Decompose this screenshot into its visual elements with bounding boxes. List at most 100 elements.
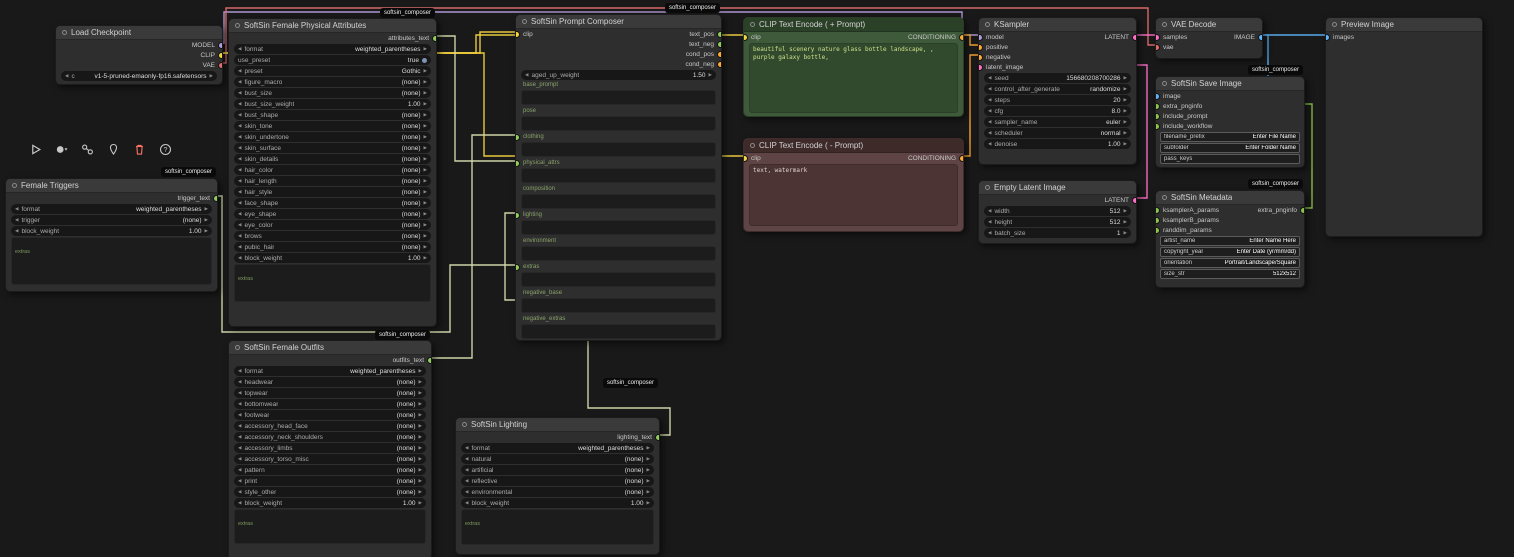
color-button[interactable]: [54, 144, 69, 159]
increment-arrow-icon[interactable]: ▶: [1124, 217, 1127, 227]
decrement-arrow-icon[interactable]: ◀: [465, 476, 468, 486]
decrement-arrow-icon[interactable]: ◀: [238, 242, 241, 252]
output-slot-LATENT[interactable]: [1133, 34, 1136, 40]
widget-seed[interactable]: ◀ seed 156680208700286 ▶: [984, 73, 1131, 83]
widget-steps[interactable]: ◀ steps 20 ▶: [984, 95, 1131, 105]
output-slot-IMAGE[interactable]: [1259, 34, 1262, 40]
output-slot-trigger_text[interactable]: [214, 195, 217, 201]
increment-arrow-icon[interactable]: ▶: [647, 443, 650, 453]
field-subfolder[interactable]: subfolder Enter Folder Name: [1160, 143, 1300, 153]
text-area[interactable]: [521, 220, 716, 235]
increment-arrow-icon[interactable]: ▶: [424, 220, 427, 230]
collapse-dot-icon[interactable]: [1332, 22, 1337, 27]
decrement-arrow-icon[interactable]: ◀: [238, 132, 241, 142]
increment-arrow-icon[interactable]: ▶: [205, 204, 208, 214]
decrement-arrow-icon[interactable]: ◀: [238, 253, 241, 263]
input-slot-ksamplerA_params[interactable]: [1156, 207, 1159, 213]
node-title-bar[interactable]: SoftSin Save Image: [1156, 77, 1304, 91]
widget-skin_surface[interactable]: ◀ skin_surface (none) ▶: [234, 143, 431, 153]
widget-accessory_neck_shoulders[interactable]: ◀ accessory_neck_shoulders (none) ▶: [234, 432, 426, 442]
output-slot-text_neg[interactable]: [718, 41, 721, 47]
text-area[interactable]: [521, 298, 716, 313]
field-pass_keys[interactable]: pass_keys: [1160, 154, 1300, 164]
decrement-arrow-icon[interactable]: ◀: [238, 165, 241, 175]
field-copyright_year[interactable]: copyright_year Enter Date (yr/mm/dd): [1160, 247, 1300, 257]
decrement-arrow-icon[interactable]: ◀: [238, 209, 241, 219]
text-area[interactable]: [521, 272, 716, 287]
node-load-checkpoint[interactable]: Load Checkpoint MODEL CLIP VAE ◀ c v1-5-pruned…: [55, 25, 223, 85]
collapse-dot-icon[interactable]: [62, 30, 67, 35]
decrement-arrow-icon[interactable]: ◀: [238, 198, 241, 208]
node-title-bar[interactable]: SoftSin Female Physical Attributes: [229, 19, 436, 33]
node-title-bar[interactable]: Female Triggers: [6, 179, 217, 193]
pin-button[interactable]: [106, 143, 121, 159]
decrement-arrow-icon[interactable]: ◀: [238, 454, 241, 464]
widget-block_weight[interactable]: ◀ block_weight 1.00 ▶: [234, 253, 431, 263]
output-slot-attributes_text[interactable]: [433, 35, 436, 41]
node-title-bar[interactable]: CLIP Text Encode ( + Prompt): [744, 18, 963, 32]
widget-pubic_hair[interactable]: ◀ pubic_hair (none) ▶: [234, 242, 431, 252]
decrement-arrow-icon[interactable]: ◀: [238, 366, 241, 376]
node-title-bar[interactable]: KSampler: [979, 18, 1136, 32]
node-empty-latent[interactable]: Empty Latent Image LATENT ◀ width 512 ▶ ◀ heigh…: [978, 180, 1137, 244]
increment-arrow-icon[interactable]: ▶: [419, 388, 422, 398]
widget-hair_color[interactable]: ◀ hair_color (none) ▶: [234, 165, 431, 175]
field-filename_prefix[interactable]: filename_prefix Enter File Name: [1160, 132, 1300, 142]
node-title-bar[interactable]: Empty Latent Image: [979, 181, 1136, 195]
increment-arrow-icon[interactable]: ▶: [424, 99, 427, 109]
node-title-bar[interactable]: Load Checkpoint: [56, 26, 222, 40]
increment-arrow-icon[interactable]: ▶: [210, 71, 213, 81]
input-slot-latent_image[interactable]: [979, 64, 982, 70]
output-slot-MODEL[interactable]: [219, 42, 222, 48]
input-slot-randdim_params[interactable]: [1156, 227, 1159, 233]
node-graph-canvas[interactable]: ? Load Checkpoint MODEL CLIP VAE ◀ c v1-5-prun…: [0, 0, 1514, 557]
collapse-dot-icon[interactable]: [985, 185, 990, 190]
decrement-arrow-icon[interactable]: ◀: [238, 399, 241, 409]
input-slot-ksamplerB_params[interactable]: [1156, 217, 1159, 223]
decrement-arrow-icon[interactable]: ◀: [65, 71, 68, 81]
output-slot-CLIP[interactable]: [219, 52, 222, 58]
widget-bust_shape[interactable]: ◀ bust_shape (none) ▶: [234, 110, 431, 120]
input-slot-extra_pnginfo[interactable]: [1156, 103, 1159, 109]
node-title-bar[interactable]: SoftSin Prompt Composer: [516, 15, 721, 29]
increment-arrow-icon[interactable]: ▶: [1124, 117, 1127, 127]
text-area[interactable]: [521, 142, 716, 157]
node-title-bar[interactable]: CLIP Text Encode ( - Prompt): [744, 139, 963, 153]
widget-footwear[interactable]: ◀ footwear (none) ▶: [234, 410, 426, 420]
widget-hair_length[interactable]: ◀ hair_length (none) ▶: [234, 176, 431, 186]
increment-arrow-icon[interactable]: ▶: [205, 215, 208, 225]
node-ksampler[interactable]: KSampler model LATENT positive negative laten…: [978, 17, 1137, 165]
node-female-triggers[interactable]: Female Triggers trigger_text ◀ format weight…: [5, 178, 218, 292]
node-female-outfits[interactable]: SoftSin Female Outfits outfits_text ◀ forma…: [228, 340, 432, 557]
increment-arrow-icon[interactable]: ▶: [1124, 206, 1127, 216]
output-slot-text_pos[interactable]: [718, 31, 721, 37]
increment-arrow-icon[interactable]: ▶: [647, 498, 650, 508]
increment-arrow-icon[interactable]: ▶: [1124, 106, 1127, 116]
collapse-dot-icon[interactable]: [522, 19, 527, 24]
increment-arrow-icon[interactable]: ▶: [424, 143, 427, 153]
collapse-dot-icon[interactable]: [1162, 22, 1167, 27]
node-save-image[interactable]: SoftSin Save Image image extra_pnginfo incl…: [1155, 76, 1305, 168]
decrement-arrow-icon[interactable]: ◀: [238, 498, 241, 508]
output-slot-cond_pos[interactable]: [718, 51, 721, 57]
text-area[interactable]: beautiful scenery nature glass bottle la…: [749, 43, 958, 113]
increment-arrow-icon[interactable]: ▶: [424, 110, 427, 120]
widget-block_weight[interactable]: ◀ block_weight 1.00 ▶: [234, 498, 426, 508]
widget-accessory_head_face[interactable]: ◀ accessory_head_face (none) ▶: [234, 421, 426, 431]
widget-environmental[interactable]: ◀ environmental (none) ▶: [461, 487, 654, 497]
widget-bust_size[interactable]: ◀ bust_size (none) ▶: [234, 88, 431, 98]
increment-arrow-icon[interactable]: ▶: [424, 66, 427, 76]
collapse-dot-icon[interactable]: [750, 143, 755, 148]
field-orientation[interactable]: orientation Portrait/Landscape/Square: [1160, 258, 1300, 268]
input-slot-extras[interactable]: [516, 264, 519, 270]
text-area[interactable]: [521, 194, 716, 209]
widget-natural[interactable]: ◀ natural (none) ▶: [461, 454, 654, 464]
output-slot-LATENT[interactable]: [1133, 197, 1136, 203]
increment-arrow-icon[interactable]: ▶: [1124, 84, 1127, 94]
decrement-arrow-icon[interactable]: ◀: [238, 44, 241, 54]
decrement-arrow-icon[interactable]: ◀: [238, 143, 241, 153]
increment-arrow-icon[interactable]: ▶: [424, 77, 427, 87]
decrement-arrow-icon[interactable]: ◀: [988, 206, 991, 216]
increment-arrow-icon[interactable]: ▶: [419, 487, 422, 497]
increment-arrow-icon[interactable]: ▶: [1124, 228, 1127, 238]
